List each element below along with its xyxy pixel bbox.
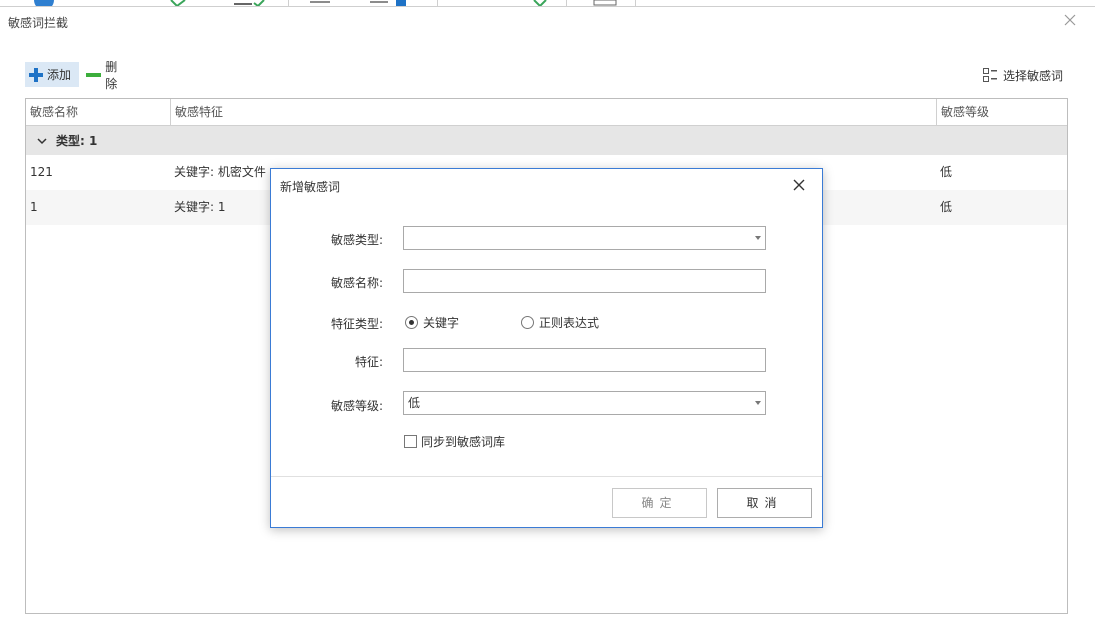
feature-label: 特征: (354, 355, 383, 369)
list-select-icon (983, 68, 997, 82)
radio-regex[interactable]: 正则表达式 (521, 314, 599, 331)
cell-feature: 关键字: 机密文件 (174, 165, 266, 179)
sensitive-type-select[interactable] (403, 226, 766, 250)
parent-toolbar-strip (0, 0, 1095, 7)
table-header: 敏感名称 敏感特征 敏感等级 (26, 99, 1067, 126)
plus-icon (29, 67, 43, 82)
dialog-close-icon[interactable] (791, 177, 807, 193)
feature-type-label: 特征类型: (330, 317, 383, 331)
toolbar-separator (288, 0, 289, 6)
add-button[interactable]: 添加 (25, 62, 79, 87)
level-label: 敏感等级: (330, 399, 383, 413)
cell-level: 低 (940, 200, 953, 214)
column-header-name[interactable]: 敏感名称 (26, 99, 170, 125)
add-button-label: 添加 (47, 68, 72, 82)
cell-name: 121 (30, 165, 53, 179)
toolbar-separator (635, 0, 636, 6)
sync-to-library-label: 同步到敏感词库 (421, 435, 506, 449)
dialog-title: 新增敏感词 (280, 180, 341, 194)
sync-to-library-checkbox[interactable]: 同步到敏感词库 (404, 433, 505, 450)
toolbar-fragment-icon (593, 0, 617, 6)
cell-name: 1 (30, 200, 38, 214)
toolbar-fragment-icon (34, 0, 54, 6)
name-label: 敏感名称: (330, 276, 383, 290)
sensitive-name-input[interactable] (403, 269, 766, 293)
delete-button[interactable]: 删除 (82, 60, 132, 91)
toolbar-fragment-icon (170, 0, 186, 6)
select-sensitive-word-button[interactable]: 选择敏感词 (982, 64, 1063, 86)
checkbox-unchecked-icon (404, 435, 417, 448)
sensitive-level-select[interactable]: 低 (403, 391, 766, 415)
radio-regex-label: 正则表达式 (539, 316, 600, 330)
sensitive-level-value: 低 (408, 396, 421, 410)
column-header-feature[interactable]: 敏感特征 (170, 99, 936, 125)
add-sensitive-word-dialog: 新增敏感词 敏感类型: 敏感名称: 特征类型: 关键字 正则表达式 特征: 敏感… (270, 168, 823, 528)
chevron-down-icon[interactable] (36, 135, 48, 147)
type-label: 敏感类型: (330, 233, 383, 247)
dropdown-caret-icon (755, 236, 761, 240)
minus-icon (86, 72, 102, 77)
column-header-level[interactable]: 敏感等级 (936, 99, 1067, 125)
radio-unchecked-icon (521, 316, 534, 329)
toolbar-fragment-icon (234, 0, 265, 6)
dialog-footer: 确定 取消 (271, 476, 822, 527)
toolbar-fragment-icon (310, 0, 406, 6)
toolbar-fragment-icon (533, 0, 547, 6)
window-close-icon[interactable] (1063, 13, 1077, 27)
cell-level: 低 (940, 165, 953, 179)
toolbar-separator (566, 0, 567, 6)
cell-feature: 关键字: 1 (174, 200, 226, 214)
radio-keyword-label: 关键字 (423, 316, 460, 330)
window-title: 敏感词拦截 (8, 16, 69, 30)
delete-button-label: 删除 (105, 59, 118, 91)
select-sensitive-word-label: 选择敏感词 (1003, 68, 1064, 83)
radio-checked-icon (405, 316, 418, 329)
feature-input[interactable] (403, 348, 766, 372)
group-label: 类型: 1 (56, 134, 98, 148)
dropdown-caret-icon (755, 401, 761, 405)
toolbar-separator (437, 0, 438, 6)
group-row[interactable]: 类型: 1 (26, 126, 1067, 155)
cancel-button[interactable]: 取消 (717, 488, 812, 518)
confirm-button[interactable]: 确定 (612, 488, 707, 518)
radio-keyword[interactable]: 关键字 (405, 314, 459, 331)
